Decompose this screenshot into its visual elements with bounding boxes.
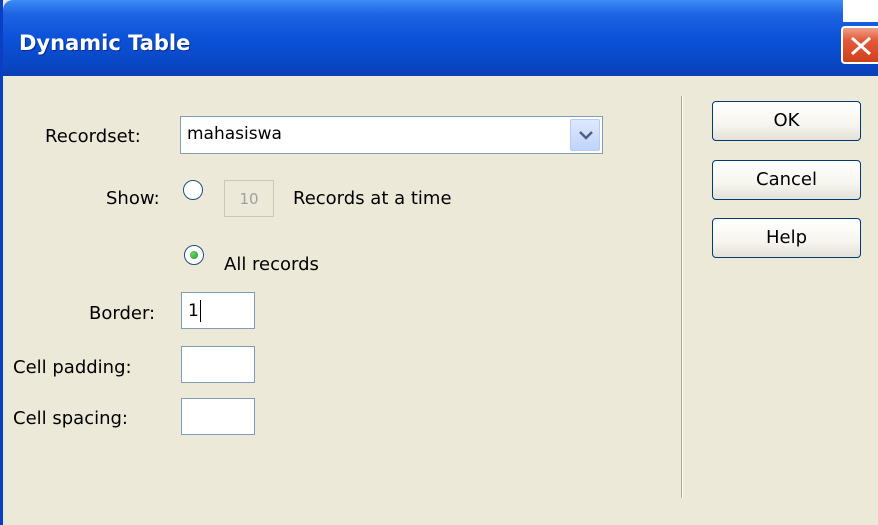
- all-records-radio[interactable]: [184, 245, 204, 265]
- show-label: Show:: [106, 188, 160, 209]
- cancel-button[interactable]: Cancel: [712, 160, 861, 200]
- title-bar[interactable]: Dynamic Table: [3, 0, 878, 76]
- radio-selected-dot: [190, 251, 198, 259]
- cell-spacing-label: Cell spacing:: [13, 408, 128, 429]
- all-records-label: All records: [224, 254, 319, 275]
- recordset-value: mahasiswa: [187, 124, 282, 144]
- vertical-divider: [681, 96, 683, 498]
- records-at-a-time-label: Records at a time: [293, 188, 452, 209]
- chevron-down-icon: [579, 131, 593, 140]
- help-button[interactable]: Help: [712, 218, 861, 258]
- window-corner: [843, 0, 878, 22]
- border-value: 1: [188, 301, 199, 321]
- cell-spacing-field[interactable]: [181, 398, 255, 435]
- recordset-label: Recordset:: [45, 126, 141, 147]
- dynamic-table-dialog: Dynamic Table Recordset: mahasiswa Show:…: [0, 0, 878, 525]
- border-label: Border:: [89, 303, 156, 324]
- close-icon: [851, 36, 871, 56]
- records-count-field[interactable]: 10: [224, 180, 274, 217]
- border-field[interactable]: 1: [181, 292, 255, 329]
- recordset-select[interactable]: mahasiswa: [180, 116, 603, 154]
- records-at-a-time-radio[interactable]: [183, 180, 203, 200]
- text-cursor: [199, 300, 201, 322]
- recordset-dropdown-button[interactable]: [570, 119, 600, 151]
- window-title: Dynamic Table: [19, 31, 191, 55]
- ok-button[interactable]: OK: [712, 101, 861, 141]
- cell-padding-label: Cell padding:: [13, 357, 132, 378]
- close-button[interactable]: [841, 26, 878, 64]
- cell-padding-field[interactable]: [181, 346, 255, 383]
